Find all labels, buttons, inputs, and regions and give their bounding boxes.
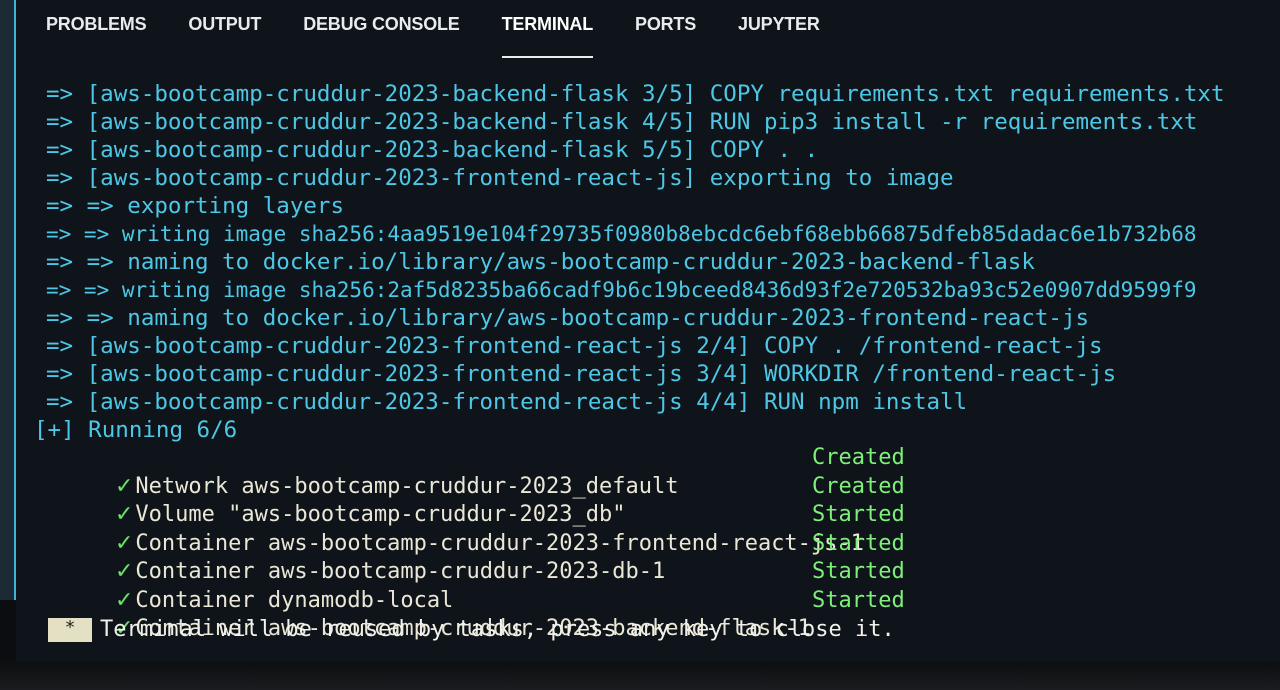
running-summary: [+] Running 6/6 xyxy=(34,417,238,443)
task-reuse-message-row: * Terminal will be reused by tasks, press… xyxy=(48,615,1266,645)
terminal-line: => => exporting layers xyxy=(46,193,345,219)
resource-row: ✓Network aws-bootcamp-cruddur-2023_defau… xyxy=(46,444,1266,499)
tab-debug-console[interactable]: DEBUG CONSOLE xyxy=(303,0,460,58)
resource-status: Started xyxy=(812,530,905,556)
terminal-line: => [aws-bootcamp-cruddur-2023-frontend-r… xyxy=(46,333,1103,359)
resource-status: Started xyxy=(812,502,905,527)
terminal-line: => [aws-bootcamp-cruddur-2023-backend-fl… xyxy=(46,109,1198,135)
tab-ports[interactable]: PORTS xyxy=(635,0,696,58)
terminal-line: => [aws-bootcamp-cruddur-2023-frontend-r… xyxy=(46,361,1117,387)
terminal-line: => [aws-bootcamp-cruddur-2023-frontend-r… xyxy=(46,165,954,191)
terminal-line: => => naming to docker.io/library/aws-bo… xyxy=(46,249,1035,275)
resource-row: ✓Container aws-bootcamp-cruddur-2023-db-… xyxy=(46,530,1266,585)
terminal-line: => [aws-bootcamp-cruddur-2023-backend-fl… xyxy=(46,137,819,163)
terminal-line: => => naming to docker.io/library/aws-bo… xyxy=(46,305,1090,331)
task-marker-icon: * xyxy=(48,618,92,642)
terminal-output[interactable]: => [aws-bootcamp-cruddur-2023-backend-fl… xyxy=(34,80,1266,645)
resource-row: ✓Container dynamodb-local Started xyxy=(46,558,1266,613)
resource-row: ✓Volume "aws-bootcamp-cruddur-2023_db" C… xyxy=(46,473,1266,528)
resource-row: ✓Container aws-bootcamp-cruddur-2023-fro… xyxy=(46,501,1266,556)
resource-status: Created xyxy=(812,445,905,470)
panel-tabs: PROBLEMS OUTPUT DEBUG CONSOLE TERMINAL P… xyxy=(46,0,862,64)
tab-output[interactable]: OUTPUT xyxy=(188,0,261,58)
tab-terminal[interactable]: TERMINAL xyxy=(501,0,594,58)
terminal-line: => [aws-bootcamp-cruddur-2023-frontend-r… xyxy=(46,389,968,415)
resource-status: Created xyxy=(812,473,905,499)
editor-left-frame xyxy=(0,0,16,600)
terminal-line: => => writing image sha256:2af5d8235ba66… xyxy=(46,278,1197,302)
tab-problems[interactable]: PROBLEMS xyxy=(46,0,147,58)
task-reuse-message: Terminal will be reused by tasks, press … xyxy=(100,617,895,642)
resource-status: Started xyxy=(812,559,905,584)
tab-jupyter[interactable]: JUPYTER xyxy=(738,0,820,58)
terminal-line: => => writing image sha256:4aa9519e104f2… xyxy=(46,222,1197,246)
terminal-line: => [aws-bootcamp-cruddur-2023-backend-fl… xyxy=(46,81,1225,107)
resource-status: Started xyxy=(812,587,905,613)
monitor-bezel xyxy=(0,660,1280,690)
resource-row: ✓Container aws-bootcamp-cruddur-2023-bac… xyxy=(46,587,1266,642)
